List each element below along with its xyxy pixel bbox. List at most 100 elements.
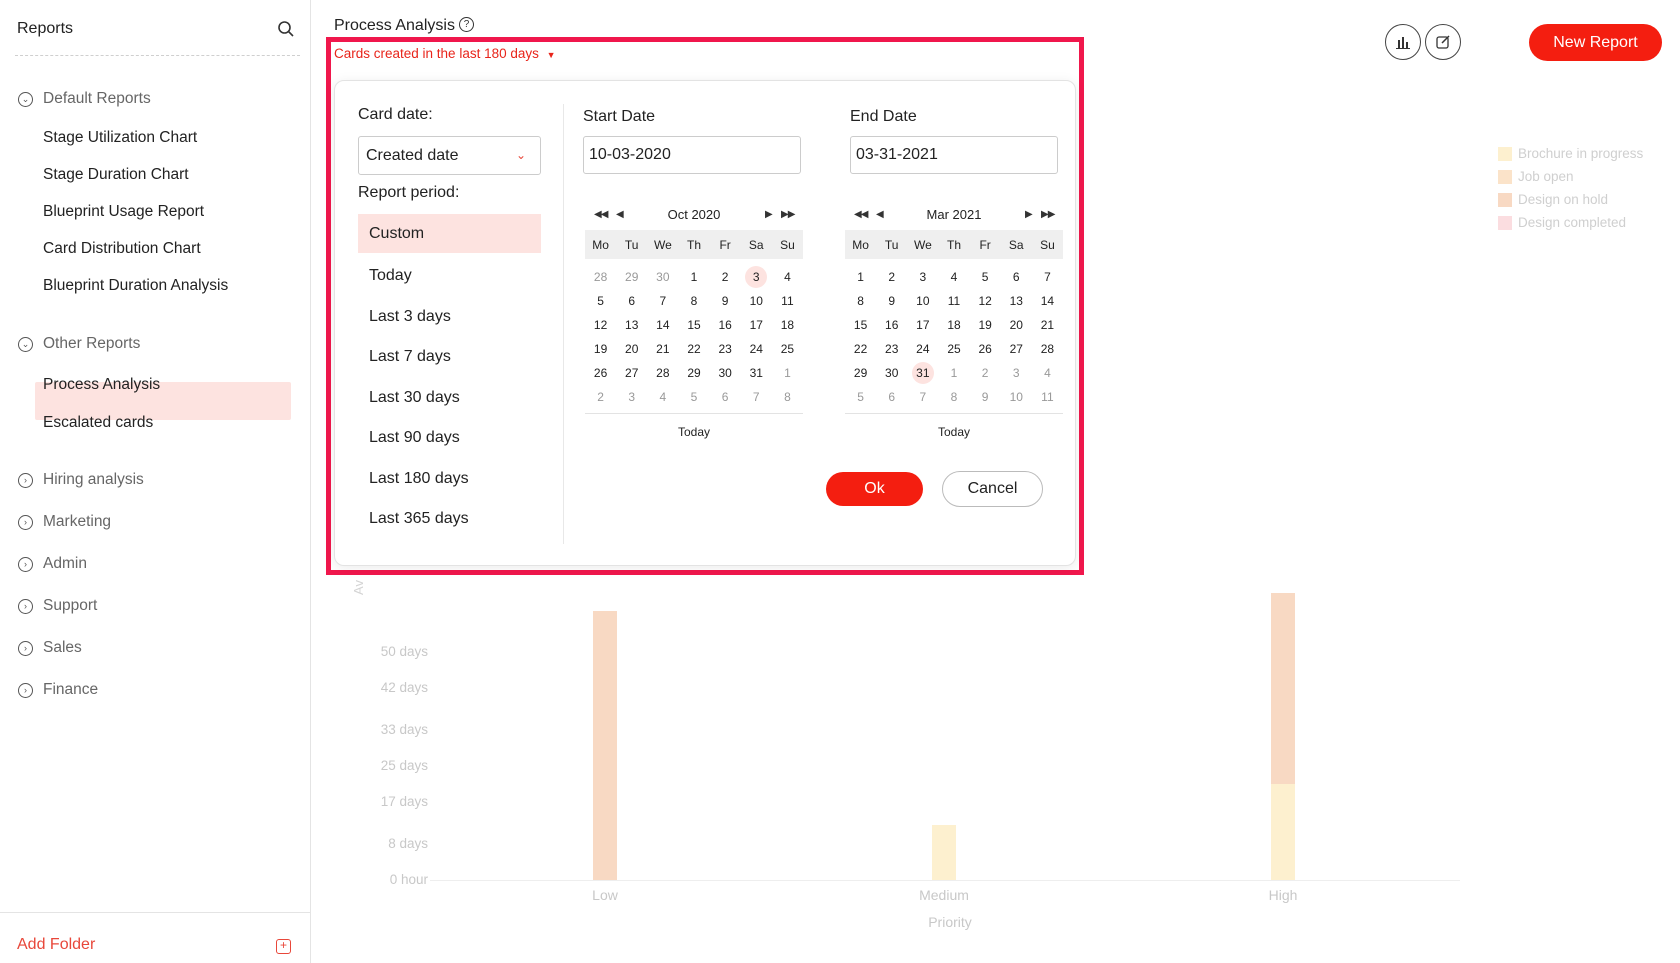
chart-view-button[interactable] bbox=[1385, 24, 1421, 60]
calendar-day[interactable]: 29 bbox=[678, 361, 709, 385]
prev-month-icon[interactable]: ◀ bbox=[876, 200, 884, 230]
new-report-button[interactable]: New Report bbox=[1529, 24, 1662, 61]
edit-report-button[interactable] bbox=[1425, 24, 1461, 60]
calendar-day[interactable]: 8 bbox=[678, 289, 709, 313]
calendar-day[interactable]: 9 bbox=[970, 385, 1001, 409]
folder-support[interactable]: › Support bbox=[18, 597, 97, 615]
sidebar-item-blueprint-duration[interactable]: Blueprint Duration Analysis bbox=[43, 277, 228, 295]
sidebar-item-escalated-cards[interactable]: Escalated cards bbox=[43, 414, 153, 432]
calendar-day[interactable]: 27 bbox=[616, 361, 647, 385]
calendar-day[interactable]: 1 bbox=[845, 265, 876, 289]
period-option[interactable]: Last 180 days bbox=[358, 459, 541, 498]
calendar-day[interactable]: 21 bbox=[647, 337, 678, 361]
calendar-day[interactable]: 4 bbox=[938, 265, 969, 289]
calendar-day[interactable]: 24 bbox=[741, 337, 772, 361]
legend-item[interactable]: Job open bbox=[1498, 169, 1574, 184]
calendar-day[interactable]: 2 bbox=[585, 385, 616, 409]
calendar-day[interactable]: 27 bbox=[1001, 337, 1032, 361]
calendar-day[interactable]: 6 bbox=[710, 385, 741, 409]
calendar-day[interactable]: 18 bbox=[938, 313, 969, 337]
calendar-day[interactable]: 13 bbox=[1001, 289, 1032, 313]
calendar-day[interactable]: 4 bbox=[1032, 361, 1063, 385]
calendar-day[interactable]: 10 bbox=[741, 289, 772, 313]
period-option[interactable]: Last 3 days bbox=[358, 297, 541, 336]
calendar-day[interactable]: 30 bbox=[876, 361, 907, 385]
period-filter-link[interactable]: Cards created in the last 180 days ▼ bbox=[334, 46, 556, 61]
calendar-day[interactable]: 5 bbox=[845, 385, 876, 409]
group-default-reports[interactable]: ⌄ Default Reports bbox=[18, 90, 151, 108]
calendar-day[interactable]: 15 bbox=[678, 313, 709, 337]
calendar-day[interactable]: 12 bbox=[970, 289, 1001, 313]
today-link[interactable]: Today bbox=[845, 413, 1063, 449]
calendar-day[interactable]: 8 bbox=[772, 385, 803, 409]
calendar-day[interactable]: 8 bbox=[938, 385, 969, 409]
calendar-day[interactable]: 8 bbox=[845, 289, 876, 313]
calendar-day[interactable]: 10 bbox=[1001, 385, 1032, 409]
next-year-icon[interactable]: ▶▶ bbox=[1041, 200, 1055, 230]
calendar-day[interactable]: 9 bbox=[876, 289, 907, 313]
calendar-day[interactable]: 10 bbox=[907, 289, 938, 313]
sidebar-item-stage-utilization[interactable]: Stage Utilization Chart bbox=[43, 129, 197, 147]
period-option[interactable]: Last 30 days bbox=[358, 378, 541, 417]
calendar-day[interactable]: 4 bbox=[772, 265, 803, 289]
calendar-day[interactable]: 16 bbox=[710, 313, 741, 337]
calendar-day[interactable]: 14 bbox=[647, 313, 678, 337]
calendar-day[interactable]: 6 bbox=[876, 385, 907, 409]
period-option[interactable]: Today bbox=[358, 256, 541, 295]
calendar-day[interactable]: 30 bbox=[647, 265, 678, 289]
calendar-day[interactable]: 11 bbox=[1032, 385, 1063, 409]
prev-year-icon[interactable]: ◀◀ bbox=[594, 200, 608, 230]
calendar-day[interactable]: 16 bbox=[876, 313, 907, 337]
bar-high-2[interactable] bbox=[1271, 592, 1295, 785]
calendar-day[interactable]: 25 bbox=[772, 337, 803, 361]
calendar-day[interactable]: 20 bbox=[616, 337, 647, 361]
calendar-day[interactable]: 7 bbox=[1032, 265, 1063, 289]
bar-high-0[interactable] bbox=[1271, 784, 1295, 880]
calendar-day[interactable]: 28 bbox=[1032, 337, 1063, 361]
folder-sales[interactable]: › Sales bbox=[18, 639, 82, 657]
folder-marketing[interactable]: › Marketing bbox=[18, 513, 111, 531]
calendar-day[interactable]: 30 bbox=[710, 361, 741, 385]
period-option[interactable]: Last 90 days bbox=[358, 418, 541, 457]
calendar-day[interactable]: 26 bbox=[970, 337, 1001, 361]
calendar-day[interactable]: 1 bbox=[678, 265, 709, 289]
folder-hiring-analysis[interactable]: › Hiring analysis bbox=[18, 471, 144, 489]
ok-button[interactable]: Ok bbox=[826, 472, 923, 506]
next-month-icon[interactable]: ▶ bbox=[1025, 200, 1033, 230]
calendar-day[interactable]: 18 bbox=[772, 313, 803, 337]
calendar-day[interactable]: 20 bbox=[1001, 313, 1032, 337]
calendar-day[interactable]: 21 bbox=[1032, 313, 1063, 337]
period-option[interactable]: Custom bbox=[358, 214, 541, 253]
calendar-day[interactable]: 7 bbox=[647, 289, 678, 313]
cancel-button[interactable]: Cancel bbox=[942, 471, 1043, 507]
group-other-reports[interactable]: ⌄ Other Reports bbox=[18, 335, 140, 353]
card-date-select[interactable]: Created date ⌄ bbox=[358, 136, 541, 175]
calendar-day[interactable]: 17 bbox=[907, 313, 938, 337]
add-folder-button[interactable]: Add Folder bbox=[17, 936, 95, 954]
end-date-input[interactable]: 03-31-2021 bbox=[850, 136, 1058, 174]
calendar-day[interactable]: 17 bbox=[741, 313, 772, 337]
sidebar-item-blueprint-usage[interactable]: Blueprint Usage Report bbox=[43, 203, 204, 221]
calendar-day[interactable]: 7 bbox=[907, 385, 938, 409]
calendar-day[interactable]: 5 bbox=[970, 265, 1001, 289]
calendar-day[interactable]: 3 bbox=[1001, 361, 1032, 385]
next-month-icon[interactable]: ▶ bbox=[765, 200, 773, 230]
legend-item[interactable]: Brochure in progress bbox=[1498, 146, 1643, 161]
plus-square-icon[interactable]: + bbox=[276, 939, 291, 954]
calendar-day[interactable]: 19 bbox=[585, 337, 616, 361]
calendar-day[interactable]: 19 bbox=[970, 313, 1001, 337]
calendar-day[interactable]: 3 bbox=[907, 265, 938, 289]
calendar-day[interactable]: 1 bbox=[938, 361, 969, 385]
calendar-day[interactable]: 9 bbox=[710, 289, 741, 313]
calendar-day[interactable]: 12 bbox=[585, 313, 616, 337]
today-link[interactable]: Today bbox=[585, 413, 803, 449]
calendar-day[interactable]: 5 bbox=[585, 289, 616, 313]
calendar-day[interactable]: 13 bbox=[616, 313, 647, 337]
calendar-day[interactable]: 31 bbox=[741, 361, 772, 385]
calendar-day[interactable]: 22 bbox=[678, 337, 709, 361]
help-icon[interactable]: ? bbox=[459, 17, 474, 32]
calendar-day[interactable]: 26 bbox=[585, 361, 616, 385]
calendar-day[interactable]: 31 bbox=[907, 361, 938, 385]
legend-item[interactable]: Design on hold bbox=[1498, 192, 1608, 207]
calendar-day[interactable]: 24 bbox=[907, 337, 938, 361]
